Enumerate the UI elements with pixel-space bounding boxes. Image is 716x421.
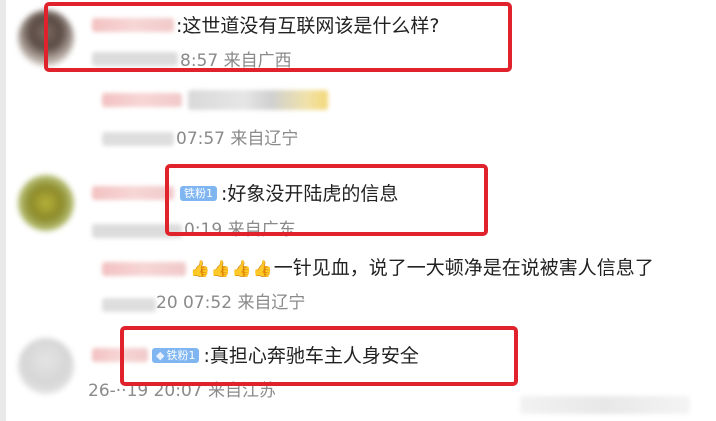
thumbs-up-emoji: 👍👍👍👍 xyxy=(190,259,274,278)
comment-text: 一针见血，说了一大顿净是在说被害人信息了 xyxy=(273,257,654,279)
comment-source: 来自辽宁 xyxy=(230,129,299,149)
date-blurred xyxy=(102,132,174,146)
left-divider xyxy=(0,0,6,421)
watermark-blurred xyxy=(520,396,690,414)
comment-text-wrap: 👍👍👍👍一针见血，说了一大顿净是在说被害人信息了 xyxy=(190,256,654,281)
comment-time: 20 07:52 xyxy=(156,293,233,313)
comment-text-blurred xyxy=(188,90,328,110)
highlight-box xyxy=(44,2,512,72)
username-blurred[interactable] xyxy=(102,93,182,107)
username-blurred[interactable] xyxy=(92,186,174,200)
comment-source: 来自辽宁 xyxy=(237,293,306,313)
comment-meta: 07:57 来自辽宁 xyxy=(176,128,298,150)
highlight-box xyxy=(120,326,518,386)
comment-time: 07:57 xyxy=(176,129,225,149)
highlight-box xyxy=(165,164,488,236)
username-blurred[interactable] xyxy=(102,262,186,276)
avatar[interactable] xyxy=(18,338,74,394)
date-blurred xyxy=(102,298,156,312)
avatar[interactable] xyxy=(18,175,74,231)
comment-meta: 20 07:52 来自辽宁 xyxy=(156,292,305,314)
